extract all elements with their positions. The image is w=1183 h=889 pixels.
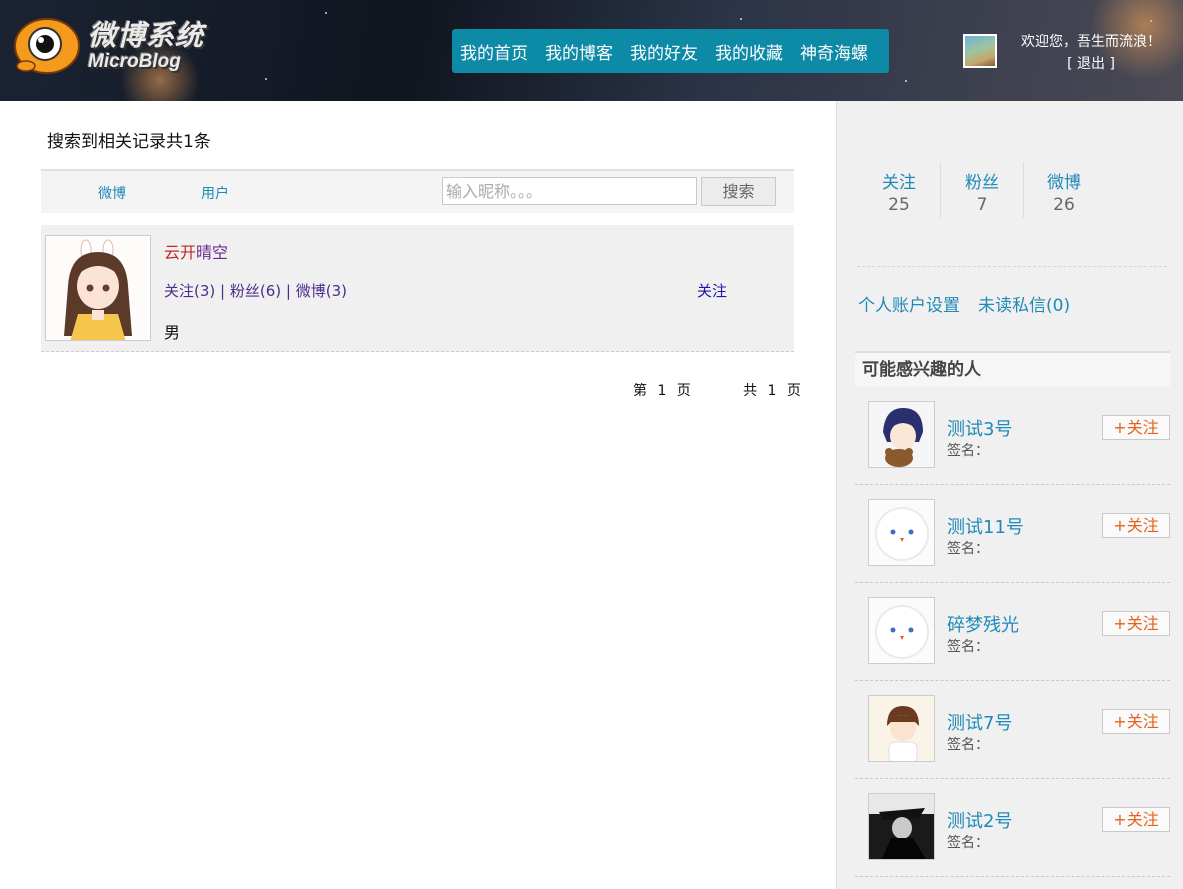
logout-link[interactable]: [ 退出 ]	[1010, 53, 1172, 75]
stat-posts-label[interactable]: 微博	[1023, 168, 1105, 193]
stat-fans-label[interactable]: 粉丝	[941, 168, 1023, 193]
star-decoration	[265, 78, 267, 80]
star-decoration	[905, 80, 907, 82]
recommend-signature: 签名：	[947, 639, 989, 655]
cartoon-boy-avatar-icon	[869, 696, 934, 761]
recommend-follow-button[interactable]: +关注	[1102, 807, 1170, 832]
recommend-name[interactable]: 测试7号	[947, 709, 1012, 735]
current-user-avatar[interactable]	[963, 34, 997, 68]
recommend-follow-button[interactable]: +关注	[1102, 513, 1170, 538]
user-stats: 关注(3) | 粉丝(6) | 微博(3)	[164, 280, 347, 301]
default-face-avatar-icon	[869, 598, 934, 663]
user-follows-link[interactable]: 关注(3)	[164, 282, 215, 300]
stats-separator: |	[220, 282, 226, 300]
recommend-item: 测试3号 签名： +关注	[855, 387, 1170, 485]
nickname-search-input[interactable]	[442, 177, 697, 205]
current-page: 第 1 页	[633, 383, 691, 399]
recommend-name[interactable]: 测试11号	[947, 513, 1024, 539]
tab-users[interactable]: 用户	[201, 183, 229, 203]
recommend-avatar[interactable]	[868, 401, 935, 468]
stat-follows-value: 25	[888, 195, 910, 215]
search-result-count: 搜索到相关记录共1条	[47, 132, 211, 152]
header: 微博系统 MicroBlog 我的首页 我的博客 我的好友 我的收藏 神奇海螺 …	[0, 0, 1183, 101]
stat-follows-label[interactable]: 关注	[858, 168, 940, 193]
recommend-item: 测试11号 签名： +关注	[855, 485, 1170, 583]
nav-magic-conch[interactable]: 神奇海螺	[800, 39, 868, 64]
recommend-follow-button[interactable]: +关注	[1102, 709, 1170, 734]
tab-weibo[interactable]: 微博	[98, 183, 126, 203]
stats-separator: |	[285, 282, 291, 300]
anime-boy-avatar-icon	[869, 402, 934, 467]
recommend-item: 测试7号 签名： +关注	[855, 681, 1170, 779]
follow-user-link[interactable]: 关注	[697, 280, 727, 301]
stat-fans[interactable]: 粉丝 7	[941, 168, 1023, 215]
logo-eye-icon	[14, 18, 80, 74]
stat-follows[interactable]: 关注 25	[858, 168, 940, 215]
user-result-row: 云开晴空 关注(3) | 粉丝(6) | 微博(3) 男 关注	[41, 225, 794, 352]
nav-my-friends[interactable]: 我的好友	[630, 39, 698, 64]
recommend-avatar[interactable]	[868, 695, 935, 762]
logo[interactable]: 微博系统 MicroBlog	[88, 20, 204, 72]
recommend-avatar[interactable]	[868, 597, 935, 664]
user-fans-link[interactable]: 粉丝(6)	[230, 282, 281, 300]
user-gender: 男	[164, 323, 181, 342]
pagination: 第 1 页 共 1 页	[633, 380, 801, 400]
stat-fans-value: 7	[976, 195, 988, 215]
logo-title: 微博系统	[88, 19, 205, 52]
search-button[interactable]: 搜索	[701, 177, 776, 206]
nav-home[interactable]: 我的首页	[460, 39, 528, 64]
default-face-avatar-icon	[869, 500, 934, 565]
user-name-first: 云开	[164, 243, 197, 262]
recommend-signature: 签名：	[947, 737, 989, 753]
recommend-signature: 签名：	[947, 443, 989, 459]
user-name-link[interactable]: 云开晴空	[164, 239, 228, 263]
anime-girl-avatar-icon	[46, 236, 150, 340]
recommend-signature: 签名：	[947, 541, 989, 557]
nav-my-favorites[interactable]: 我的收藏	[715, 39, 783, 64]
unread-messages-link[interactable]: 未读私信(0)	[978, 291, 1070, 316]
star-decoration	[325, 12, 327, 14]
recommend-follow-button[interactable]: +关注	[1102, 415, 1170, 440]
welcome-area: 欢迎您，吾生而流浪！ [ 退出 ]	[1010, 31, 1172, 75]
star-decoration	[740, 18, 742, 20]
search-tab-bar: 微博 用户 搜索	[41, 169, 794, 213]
user-avatar[interactable]	[45, 235, 151, 341]
recommend-follow-button[interactable]: +关注	[1102, 611, 1170, 636]
sidebar-divider	[857, 266, 1167, 267]
recommend-item: 测试2号 签名： +关注	[855, 779, 1170, 877]
logo-subtitle: MicroBlog	[88, 51, 181, 72]
dark-figure-avatar-icon	[869, 794, 934, 859]
stat-posts[interactable]: 微博 26	[1023, 168, 1105, 215]
main-nav: 我的首页 我的博客 我的好友 我的收藏 神奇海螺	[452, 29, 889, 73]
user-posts-link[interactable]: 微博(3)	[296, 282, 347, 300]
recommend-avatar[interactable]	[868, 793, 935, 860]
nav-my-blog[interactable]: 我的博客	[545, 39, 613, 64]
recommend-name[interactable]: 碎梦残光	[947, 611, 1019, 637]
recommend-title: 可能感兴趣的人	[855, 351, 1170, 387]
recommend-signature: 签名：	[947, 835, 989, 851]
welcome-text: 欢迎您，吾生而流浪！	[1021, 34, 1161, 50]
total-pages: 共 1 页	[743, 383, 801, 399]
recommend-name[interactable]: 测试2号	[947, 807, 1012, 833]
recommend-name[interactable]: 测试3号	[947, 415, 1012, 441]
user-name-rest: 晴空	[196, 243, 229, 262]
account-settings-link[interactable]: 个人账户设置	[858, 291, 960, 316]
stat-posts-value: 26	[1053, 195, 1075, 215]
sidebar: 关注 25 粉丝 7 微博 26 个人账户设置 未读私信(0) 可能感兴趣的人 …	[836, 101, 1183, 889]
recommend-avatar[interactable]	[868, 499, 935, 566]
recommend-item: 碎梦残光 签名： +关注	[855, 583, 1170, 681]
